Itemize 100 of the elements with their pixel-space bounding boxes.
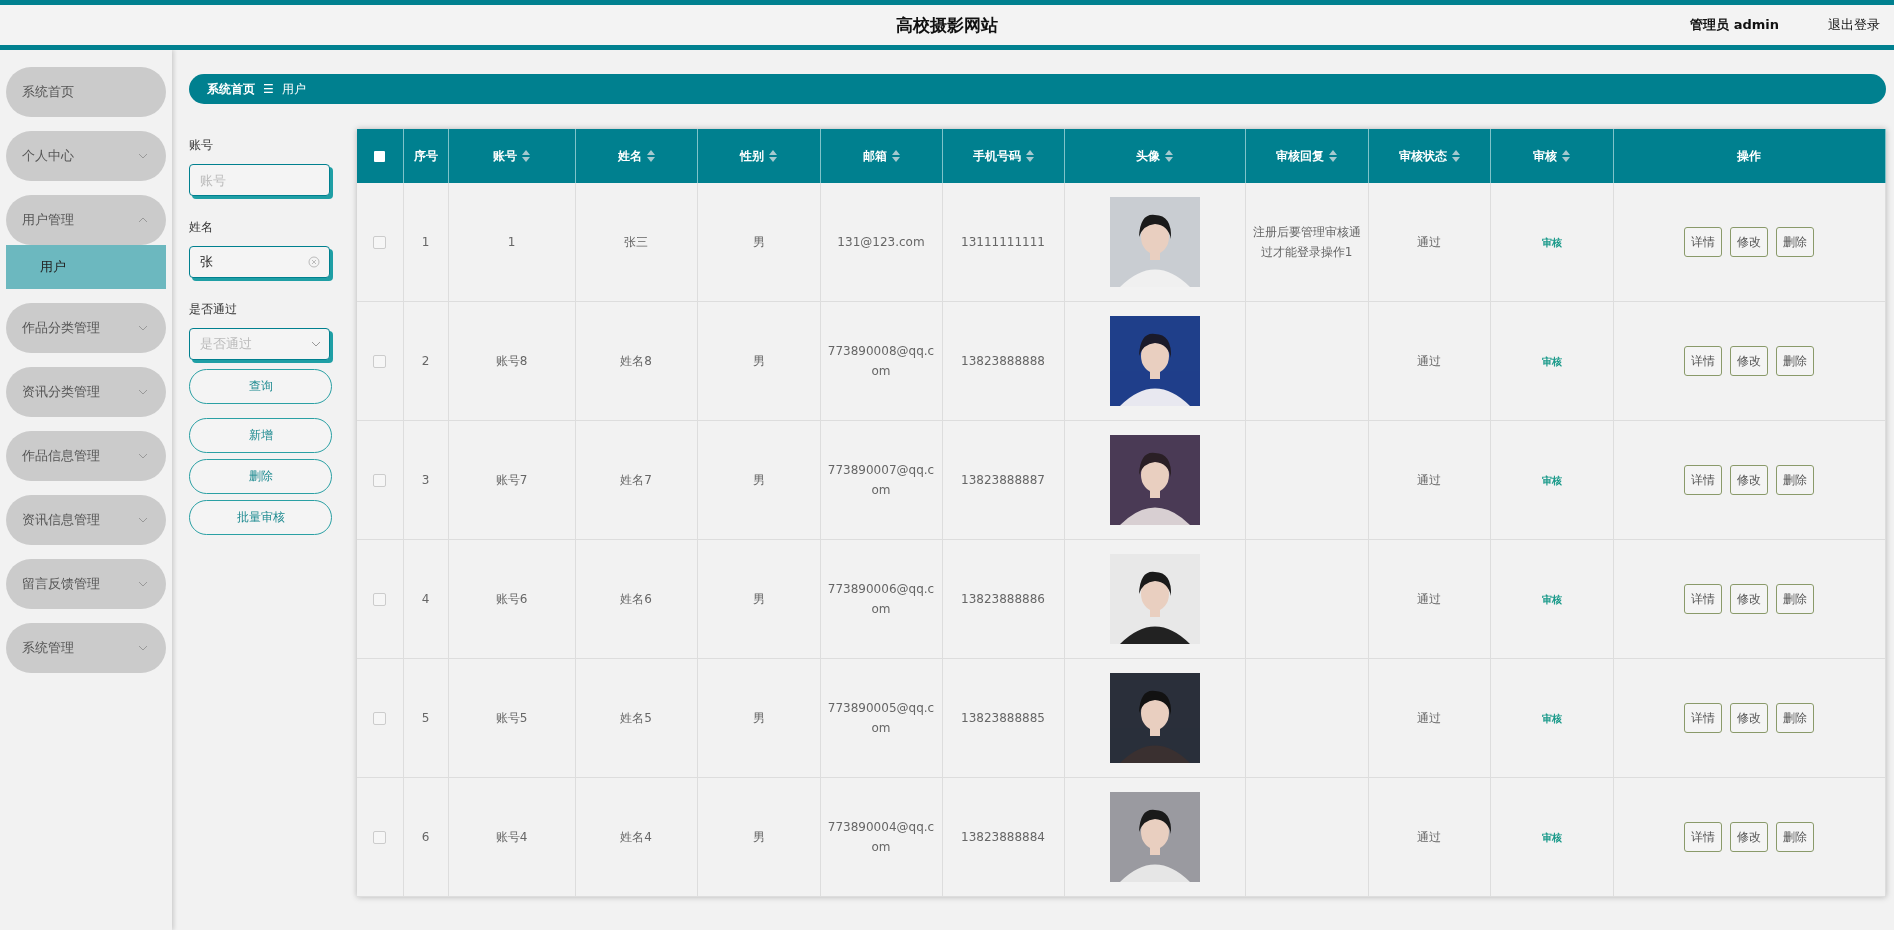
- row-action-button[interactable]: 删除: [1776, 465, 1815, 495]
- row-action-button[interactable]: 详情: [1684, 822, 1723, 852]
- sort-icon[interactable]: [1562, 150, 1570, 162]
- sidebar-item[interactable]: 系统首页: [6, 67, 166, 117]
- sidebar-item[interactable]: 作品信息管理: [6, 431, 166, 481]
- chevron-icon: [138, 153, 148, 159]
- row-action-button[interactable]: 删除: [1776, 346, 1815, 376]
- table-cell: 男: [752, 830, 765, 844]
- row-number: 2: [421, 354, 430, 368]
- chevron-icon: [138, 645, 148, 651]
- chevron-icon: [311, 341, 321, 347]
- column-header: 性别: [740, 147, 764, 165]
- row-action-button[interactable]: 详情: [1684, 346, 1723, 376]
- table-cell: 姓名6: [620, 592, 652, 606]
- table-cell: 账号6: [495, 592, 528, 606]
- chevron-icon: [138, 517, 148, 523]
- row-action-button[interactable]: 详情: [1684, 584, 1723, 614]
- column-header: 操作: [1737, 147, 1762, 165]
- row-checkbox[interactable]: [373, 355, 387, 368]
- sort-icon[interactable]: [769, 150, 777, 162]
- table-cell: 张三: [624, 235, 648, 249]
- table-cell: 13823888886: [961, 592, 1045, 606]
- row-checkbox[interactable]: [373, 593, 387, 606]
- action-button[interactable]: 批量审核: [189, 500, 332, 535]
- row-action-button[interactable]: 修改: [1730, 465, 1769, 495]
- field-label: 是否通过: [189, 301, 238, 318]
- sort-icon[interactable]: [646, 150, 655, 162]
- table-cell: 13823888888: [961, 354, 1045, 368]
- table-cell: 13111111111: [961, 235, 1045, 249]
- column-header: 姓名: [617, 147, 642, 165]
- column-header: 账号: [493, 147, 517, 165]
- column-header: 审核: [1533, 147, 1557, 165]
- row-checkbox[interactable]: [373, 474, 387, 487]
- table-cell: 姓名8: [620, 354, 652, 368]
- table-cell: 账号8: [495, 354, 528, 368]
- row-action-button[interactable]: 删除: [1776, 227, 1815, 257]
- table-cell: 男: [752, 711, 765, 725]
- action-button[interactable]: 新增: [189, 418, 332, 453]
- row-number: 3: [421, 473, 430, 487]
- row-number: 5: [421, 711, 430, 725]
- table-cell: 13823888887: [961, 473, 1045, 487]
- action-button[interactable]: 删除: [189, 459, 332, 494]
- table-cell: 13823888884: [961, 830, 1045, 844]
- table-cell: 男: [752, 354, 765, 368]
- row-action-button[interactable]: 修改: [1730, 346, 1769, 376]
- row-action-button[interactable]: 删除: [1776, 584, 1815, 614]
- table-cell: 男: [752, 235, 765, 249]
- breadcrumb-link[interactable]: 系统首页: [207, 80, 255, 98]
- breadcrumb-current: 用户: [281, 80, 306, 98]
- row-checkbox[interactable]: [373, 236, 387, 249]
- field-label: 姓名: [189, 219, 214, 236]
- row-action-button[interactable]: 修改: [1730, 703, 1769, 733]
- chevron-icon: [138, 581, 148, 587]
- table-cell: 773890008@qq.com: [827, 344, 935, 378]
- column-header: 序号: [413, 147, 438, 165]
- sidebar-item[interactable]: 用户管理: [6, 195, 166, 245]
- row-action-button[interactable]: 修改: [1730, 584, 1769, 614]
- sidebar-item[interactable]: 作品分类管理: [6, 303, 166, 353]
- sort-icon[interactable]: [1451, 150, 1460, 162]
- row-action-button[interactable]: 详情: [1684, 227, 1723, 257]
- chevron-icon: [138, 217, 148, 223]
- row-number: 4: [421, 592, 430, 606]
- chevron-icon: [138, 325, 148, 331]
- sidebar-item[interactable]: 留言反馈管理: [6, 559, 166, 609]
- field-label: 账号: [189, 137, 214, 154]
- clear-icon[interactable]: [308, 256, 320, 268]
- admin-label: 管理员 admin: [1690, 16, 1779, 34]
- row-checkbox[interactable]: [373, 712, 387, 725]
- table-cell: 注册后要管理审核通过才能登录操作1: [1252, 225, 1361, 259]
- sort-icon[interactable]: [522, 150, 530, 162]
- table-cell: 通过: [1417, 830, 1441, 844]
- row-action-button[interactable]: 详情: [1684, 703, 1723, 733]
- sort-icon[interactable]: [1329, 150, 1337, 162]
- table-cell: 姓名7: [620, 473, 652, 487]
- sidebar-item[interactable]: 系统管理: [6, 623, 166, 673]
- chevron-icon: [138, 453, 148, 459]
- table-cell: 通过: [1417, 711, 1441, 725]
- sidebar-item[interactable]: 资讯分类管理: [6, 367, 166, 417]
- table-cell: 姓名4: [620, 830, 652, 844]
- sort-icon[interactable]: [1025, 150, 1034, 162]
- row-action-button[interactable]: 修改: [1730, 822, 1769, 852]
- row-action-button[interactable]: 删除: [1776, 703, 1815, 733]
- sidebar-item[interactable]: 个人中心: [6, 131, 166, 181]
- row-checkbox[interactable]: [373, 831, 387, 844]
- sidebar-item[interactable]: 资讯信息管理: [6, 495, 166, 545]
- search-button[interactable]: 查询: [189, 369, 332, 404]
- table-cell: 姓名5: [620, 711, 652, 725]
- row-action-button[interactable]: 删除: [1776, 822, 1815, 852]
- row-action-button[interactable]: 修改: [1730, 227, 1769, 257]
- sort-icon[interactable]: [1165, 150, 1173, 162]
- input-field[interactable]: 张: [189, 246, 330, 278]
- sidebar-subitem[interactable]: 用户: [6, 245, 166, 289]
- table-cell: 773890007@qq.com: [827, 463, 935, 497]
- select-all-checkbox[interactable]: [374, 151, 386, 162]
- sort-icon[interactable]: [891, 150, 900, 162]
- logout-link[interactable]: 退出登录: [1828, 16, 1880, 34]
- row-action-button[interactable]: 详情: [1684, 465, 1723, 495]
- table-cell: 男: [752, 473, 765, 487]
- table-cell: 13823888885: [961, 711, 1045, 725]
- site-title: 高校摄影网站: [896, 14, 998, 35]
